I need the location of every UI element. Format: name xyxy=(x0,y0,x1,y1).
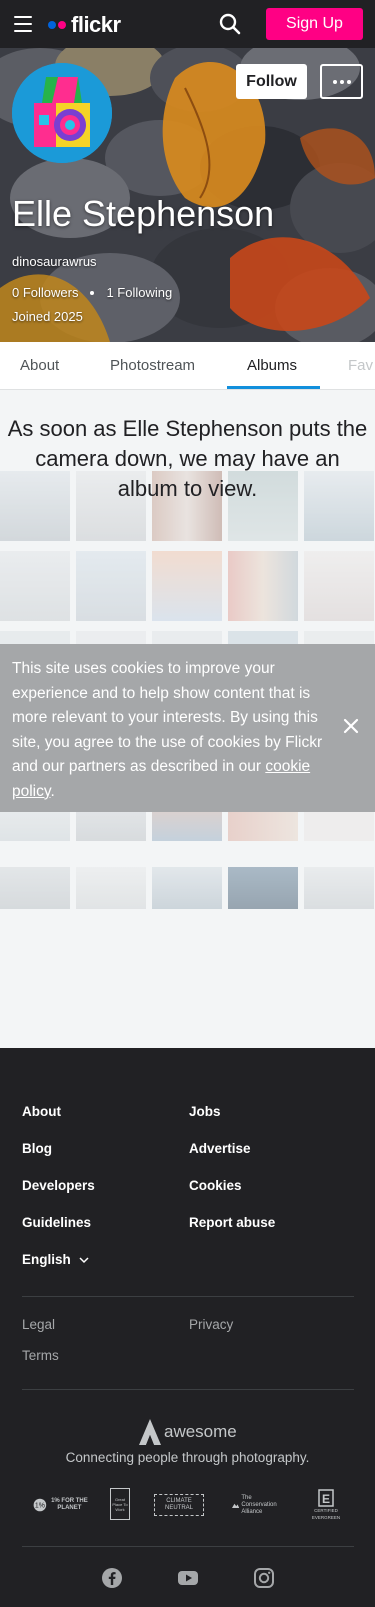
footer-divider xyxy=(22,1389,354,1390)
cookie-suffix: . xyxy=(50,782,55,800)
badge-label: CERTIFIED EVERGREEN xyxy=(311,1508,341,1520)
footer-link-guidelines[interactable]: Guidelines xyxy=(22,1215,91,1230)
profile-name: Elle Stephenson xyxy=(12,193,275,234)
badge-label: 1% FOR THE PLANET xyxy=(51,1498,88,1511)
followers-link[interactable]: 0 Followers xyxy=(12,285,78,300)
mountain-icon xyxy=(232,1503,240,1509)
youtube-icon[interactable] xyxy=(177,1567,199,1589)
top-navigation-bar: flickr Sign Up xyxy=(0,0,375,48)
separator-dot xyxy=(90,290,95,295)
profile-stats: 0 Followers 1 Following xyxy=(12,285,172,300)
tab-albums[interactable]: Albums xyxy=(247,357,297,374)
awesome-logo-icon xyxy=(139,1419,161,1445)
search-icon[interactable] xyxy=(219,13,241,35)
logo-blue-dot xyxy=(48,21,56,29)
placeholder-photo xyxy=(228,551,298,621)
flickr-logo[interactable]: flickr xyxy=(48,12,121,38)
placeholder-photo xyxy=(0,551,70,621)
footer-tagline: Connecting people through photography. xyxy=(65,1450,310,1465)
instagram-icon[interactable] xyxy=(253,1567,275,1589)
logo-text: flickr xyxy=(71,12,121,37)
profile-cover-photo: Follow Elle Stephenson dinosaurawrus 0 F… xyxy=(0,48,375,342)
more-dot-icon xyxy=(346,79,351,84)
close-icon[interactable] xyxy=(341,716,361,736)
more-dot-icon xyxy=(339,79,344,84)
language-selector[interactable]: English xyxy=(22,1252,89,1267)
placeholder-photo xyxy=(228,867,298,909)
cookie-banner: This site uses cookies to improve your e… xyxy=(0,644,375,812)
certified-evergreen-badge: E CERTIFIED EVERGREEN xyxy=(309,1488,343,1522)
footer-link-terms[interactable]: Terms xyxy=(22,1348,59,1363)
footer-divider xyxy=(22,1296,354,1297)
evergreen-e-icon: E xyxy=(318,1489,334,1507)
more-dot-icon xyxy=(332,79,337,84)
climate-neutral-badge: CLIMATE NEUTRAL xyxy=(154,1494,204,1516)
footer-link-blog[interactable]: Blog xyxy=(22,1141,52,1156)
footer-link-jobs[interactable]: Jobs xyxy=(189,1104,221,1119)
footer-divider xyxy=(22,1546,354,1547)
smugmug-awesome-logo: awesome xyxy=(138,1418,237,1446)
footer-link-about[interactable]: About xyxy=(22,1104,61,1119)
awesome-logo-text: awesome xyxy=(164,1422,237,1441)
active-tab-indicator xyxy=(227,386,320,389)
footer-link-legal[interactable]: Legal xyxy=(22,1317,55,1332)
placeholder-photo xyxy=(152,867,222,909)
page: flickr Sign Up Follow Elle Stephenson di… xyxy=(0,0,375,1607)
more-options-button[interactable] xyxy=(320,64,363,99)
footer-link-privacy[interactable]: Privacy xyxy=(189,1317,233,1332)
footer-link-report-abuse[interactable]: Report abuse xyxy=(189,1215,275,1230)
joined-date: Joined 2025 xyxy=(12,309,83,324)
conservation-alliance-badge: The Conservation Alliance xyxy=(232,1488,284,1522)
cookie-banner-text: This site uses cookies to improve your e… xyxy=(12,657,332,804)
footer-link-developers[interactable]: Developers xyxy=(22,1178,95,1193)
one-percent-for-the-planet-badge: 1% 1% FOR THE PLANET xyxy=(33,1488,89,1522)
follow-button[interactable]: Follow xyxy=(236,64,307,99)
sign-up-button[interactable]: Sign Up xyxy=(266,8,363,40)
footer xyxy=(0,1048,375,1607)
tab-photostream[interactable]: Photostream xyxy=(110,357,195,374)
placeholder-photo xyxy=(304,867,374,909)
svg-text:E: E xyxy=(322,1492,330,1506)
footer-link-cookies[interactable]: Cookies xyxy=(189,1178,242,1193)
great-place-to-work-badge: Great Place To Work xyxy=(110,1488,130,1520)
badge-label: The Conservation Alliance xyxy=(241,1494,277,1515)
placeholder-photo xyxy=(76,867,146,909)
tab-about[interactable]: About xyxy=(20,357,59,374)
camera-icon xyxy=(12,63,112,163)
one-percent-icon: 1% xyxy=(33,1498,47,1512)
badge-label: CLIMATE NEUTRAL xyxy=(164,1498,193,1511)
following-link[interactable]: 1 Following xyxy=(106,285,172,300)
profile-username: dinosaurawrus xyxy=(12,254,97,269)
placeholder-photo xyxy=(76,551,146,621)
empty-albums-message: As soon as Elle Stephenson puts the came… xyxy=(7,416,368,501)
footer-link-advertise[interactable]: Advertise xyxy=(189,1141,251,1156)
language-label: English xyxy=(22,1252,71,1267)
placeholder-photo xyxy=(152,551,222,621)
chevron-down-icon xyxy=(79,1257,89,1264)
tab-faves[interactable]: Fav xyxy=(348,357,373,374)
profile-tabs: About Photostream Albums Fav xyxy=(0,342,375,390)
placeholder-photo xyxy=(304,551,374,621)
logo-pink-dot xyxy=(58,21,66,29)
svg-text:1%: 1% xyxy=(35,1503,45,1510)
menu-icon[interactable] xyxy=(14,16,32,32)
avatar[interactable] xyxy=(12,63,112,163)
facebook-icon[interactable] xyxy=(101,1567,123,1589)
placeholder-photo xyxy=(0,867,70,909)
badge-label: Great Place To Work xyxy=(112,1496,128,1512)
